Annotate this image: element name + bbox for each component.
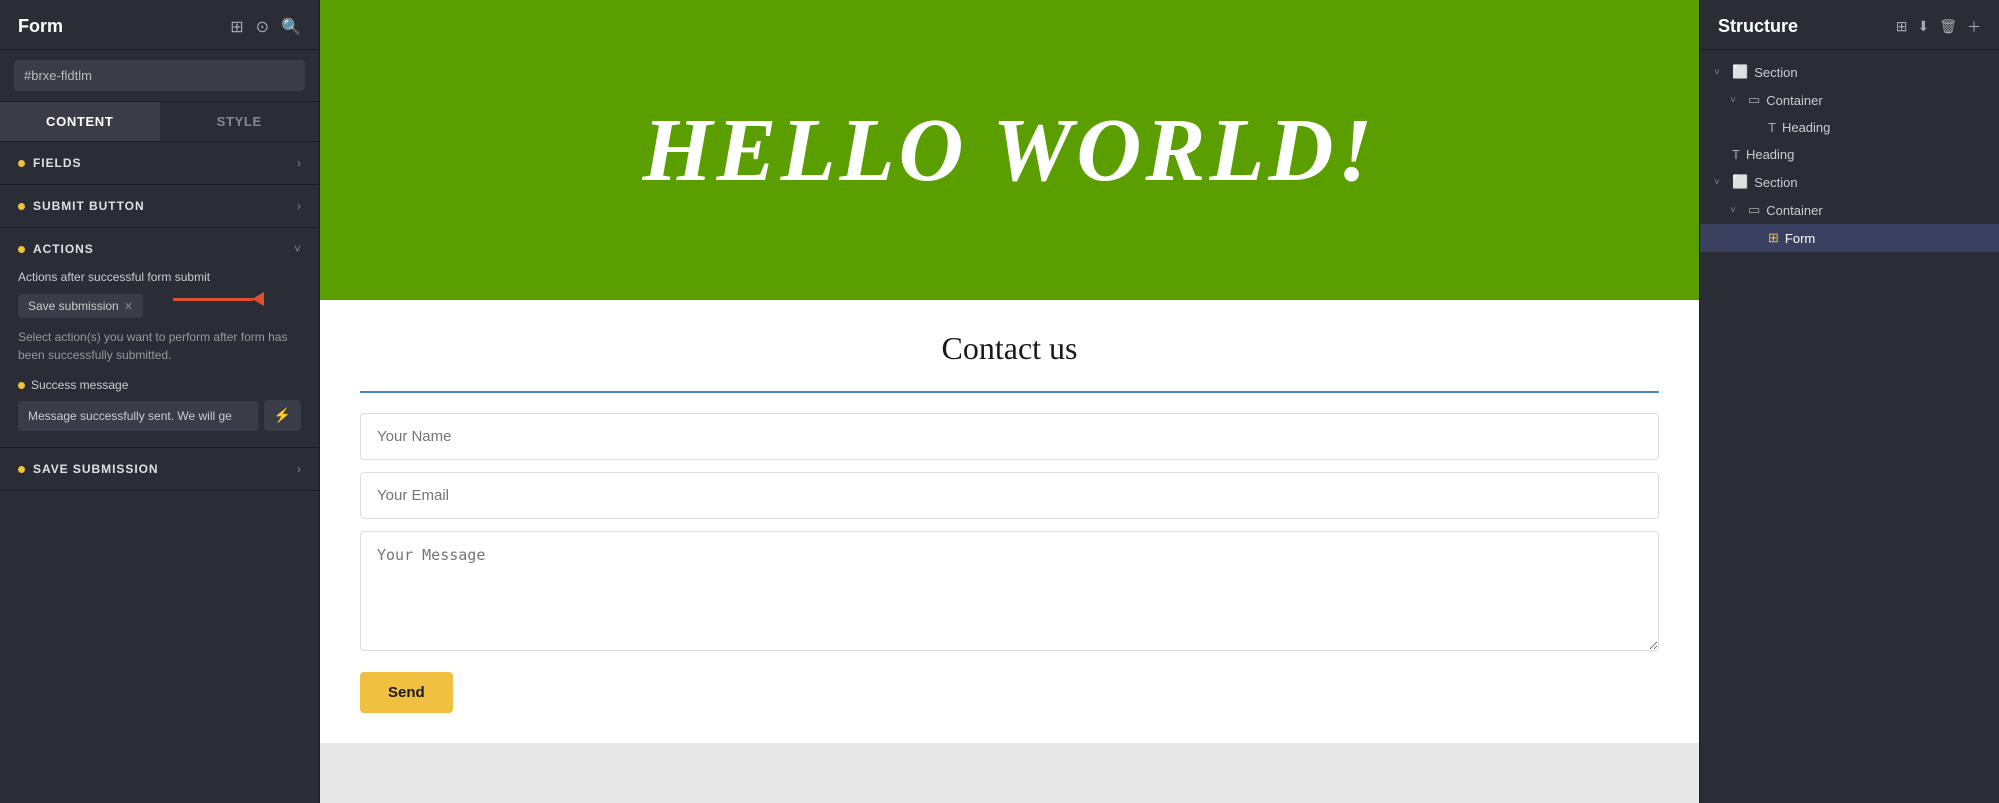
arrow-line — [173, 298, 253, 301]
section-icon-1: ⬜ — [1732, 64, 1748, 80]
toggle-section-1: ˅ — [1714, 67, 1726, 78]
id-input-row — [0, 50, 319, 102]
user-icon[interactable]: ⊙ — [256, 17, 269, 37]
heading-icon-1: T — [1768, 120, 1776, 135]
left-panel: Form ⊞ ⊙ 🔍 CONTENT STYLE FIELDS › SUBMIT… — [0, 0, 320, 803]
form-section: Contact us Send — [320, 300, 1699, 743]
panel-title: Form — [18, 16, 63, 37]
container-label-2: Container — [1766, 203, 1822, 218]
toggle-container-2: ˅ — [1730, 205, 1742, 216]
section-label-1: Section — [1754, 65, 1797, 80]
right-header-icons: ⊞ ⬇ 🗑 ＋ — [1896, 17, 1981, 37]
success-message-input[interactable] — [18, 401, 258, 431]
submit-chevron: › — [297, 199, 301, 213]
save-submission-tag[interactable]: Save submission ✕ — [18, 294, 143, 318]
header-icons: ⊞ ⊙ 🔍 — [230, 17, 301, 37]
submit-label: SUBMIT BUTTON — [33, 199, 145, 213]
toggle-section-2: ˅ — [1714, 177, 1726, 188]
heading-label-1: Heading — [1782, 120, 1830, 135]
arrow-head — [252, 292, 264, 306]
bolt-button[interactable]: ⚡ — [264, 400, 301, 431]
actions-header[interactable]: ACTIONS ˅ — [0, 228, 319, 270]
hero-section: HELLO WORLD! — [320, 0, 1699, 300]
actions-body: Actions after successful form submit Sav… — [0, 270, 319, 447]
actions-dot — [18, 246, 25, 253]
left-header: Form ⊞ ⊙ 🔍 — [0, 0, 319, 50]
fields-chevron: › — [297, 156, 301, 170]
search-icon[interactable]: 🔍 — [281, 17, 301, 37]
actions-subtitle: Actions after successful form submit — [18, 270, 301, 284]
message-textarea[interactable] — [360, 531, 1659, 651]
monitor-icon[interactable]: ⊞ — [230, 17, 243, 37]
structure-title: Structure — [1718, 16, 1798, 37]
toggle-container-1: ˅ — [1730, 95, 1742, 106]
form-icon: ⊞ — [1768, 230, 1779, 246]
id-input[interactable] — [14, 60, 305, 91]
download-icon[interactable]: ⬇ — [1917, 18, 1929, 35]
fields-label: FIELDS — [33, 156, 81, 170]
success-label-text: Success message — [31, 378, 128, 392]
actions-label: ACTIONS — [33, 242, 94, 256]
send-button[interactable]: Send — [360, 672, 453, 713]
fields-section-row[interactable]: FIELDS › — [0, 142, 319, 185]
container-icon-1: ▭ — [1748, 92, 1760, 108]
actions-chevron: ˅ — [294, 242, 301, 256]
form-title: Contact us — [360, 330, 1659, 367]
tab-row: CONTENT STYLE — [0, 102, 319, 142]
save-dot — [18, 466, 25, 473]
email-input[interactable] — [360, 472, 1659, 519]
heading-label-2: Heading — [1746, 147, 1794, 162]
style-tab[interactable]: STYLE — [160, 102, 320, 141]
section-label-2: Section — [1754, 175, 1797, 190]
tree-form[interactable]: ⊞ Form — [1700, 224, 1999, 252]
tag-remove[interactable]: ✕ — [124, 300, 133, 313]
center-canvas: HELLO WORLD! Contact us Send — [320, 0, 1699, 803]
submit-section-row[interactable]: SUBMIT BUTTON › — [0, 185, 319, 228]
section-icon-2: ⬜ — [1732, 174, 1748, 190]
form-divider — [360, 391, 1659, 393]
delete-icon[interactable]: 🗑 — [1939, 18, 1957, 35]
tree-heading-1[interactable]: T Heading — [1700, 114, 1999, 141]
tree-container-1[interactable]: ˅ ▭ Container — [1700, 86, 1999, 114]
success-dot — [18, 382, 25, 389]
actions-section: ACTIONS ˅ Actions after successful form … — [0, 228, 319, 448]
hero-title: HELLO WORLD! — [643, 99, 1377, 202]
copy-icon[interactable]: ⊞ — [1896, 18, 1908, 35]
right-header: Structure ⊞ ⬇ 🗑 ＋ — [1700, 0, 1999, 50]
tag-label: Save submission — [28, 299, 119, 313]
submit-dot — [18, 203, 25, 210]
fields-dot — [18, 160, 25, 167]
tree-area: ˅ ⬜ Section ˅ ▭ Container T Heading T He… — [1700, 50, 1999, 260]
success-input-row: ⚡ — [18, 400, 301, 431]
container-icon-2: ▭ — [1748, 202, 1760, 218]
heading-icon-2: T — [1732, 147, 1740, 162]
tree-container-2[interactable]: ˅ ▭ Container — [1700, 196, 1999, 224]
form-label: Form — [1785, 231, 1815, 246]
name-input[interactable] — [360, 413, 1659, 460]
red-arrow — [173, 292, 264, 306]
select-hint: Select action(s) you want to perform aft… — [18, 328, 301, 364]
tag-row: Save submission ✕ — [18, 294, 301, 318]
tree-heading-2[interactable]: T Heading — [1700, 141, 1999, 168]
tree-section-2[interactable]: ˅ ⬜ Section — [1700, 168, 1999, 196]
content-tab[interactable]: CONTENT — [0, 102, 160, 141]
success-label-row: Success message — [18, 378, 301, 392]
add-icon[interactable]: ＋ — [1967, 17, 1981, 37]
container-label-1: Container — [1766, 93, 1822, 108]
right-panel: Structure ⊞ ⬇ 🗑 ＋ ˅ ⬜ Section ˅ ▭ Contai… — [1699, 0, 1999, 803]
save-chevron: › — [297, 462, 301, 476]
save-submission-row[interactable]: SAVE SUBMISSION › — [0, 448, 319, 491]
tree-section-1[interactable]: ˅ ⬜ Section — [1700, 58, 1999, 86]
save-label: SAVE SUBMISSION — [33, 462, 159, 476]
